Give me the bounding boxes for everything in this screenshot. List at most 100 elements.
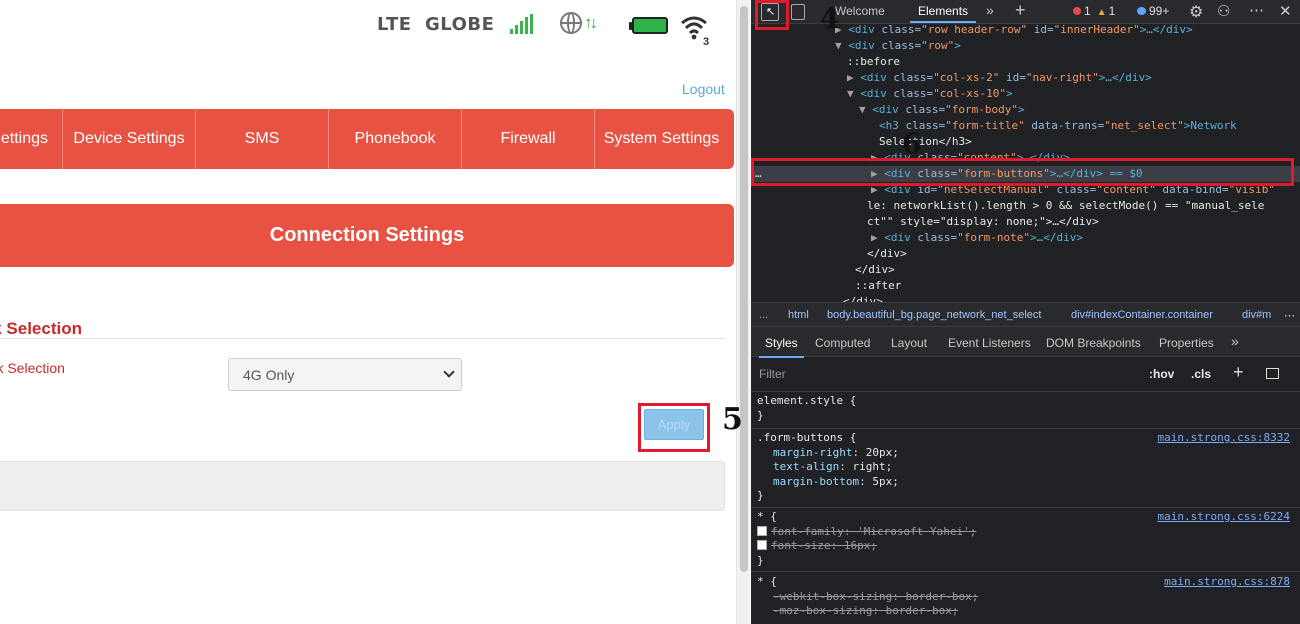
issues-badge[interactable]: 1 ▲ 1 [1073,4,1115,18]
close-icon[interactable]: ✕ [1279,2,1292,20]
rule-close: } [757,409,764,422]
network-mode-value: 4G Only [243,366,295,383]
step-number-6: 6 [902,127,922,160]
dom-node[interactable]: ▼ <div class="col-xs-10"> [751,86,1300,102]
warning-icon: ▲ [1096,7,1107,18]
form-note [0,461,725,511]
dom-node[interactable]: ::before [751,54,1300,70]
chevron-down-icon [443,366,455,378]
rule-divider [751,428,1300,429]
dom-node[interactable]: </div> [751,246,1300,262]
css-prop-line[interactable]: text-align: right; [773,460,892,475]
main-nav: ettings Device Settings SMS Phonebook Fi… [0,109,734,169]
breadcrumb-div-m[interactable]: div#m [1242,309,1271,321]
devtools-panel: Welcome Elements » + 1▲1 99+ ⚙ ⚇ ⋯ ✕ ▶ <… [751,0,1300,624]
section-title: work Selection [0,319,82,338]
dom-node[interactable]: </div> [751,262,1300,278]
breadcrumb-overflow-icon[interactable]: ⋯ [1284,309,1295,322]
tab-event-listeners[interactable]: Event Listeners [948,336,1031,350]
styles-filter-input[interactable]: Filter [759,367,786,381]
dom-node[interactable]: ▶ <div class="col-xs-2" id="nav-right">…… [751,70,1300,86]
nav-item-system-settings[interactable]: System Settings [595,109,728,169]
more-options-icon[interactable]: ⋯ [1249,1,1264,19]
css-prop-line-disabled[interactable]: -webkit-box-sizing: border-box; [773,590,978,605]
tab-computed[interactable]: Computed [815,336,870,350]
dom-node[interactable]: Selection</h3> [751,134,1300,150]
more-tabs-icon[interactable]: » [986,2,994,18]
nav-item-sms[interactable]: SMS [196,109,329,169]
router-web-ui: LTE GLOBE ↑↓ 3 Logout ettings Device Set… [0,0,736,624]
status-bar: LTE GLOBE ↑↓ 3 [0,12,736,48]
wifi-client-count: 3 [703,36,710,48]
dom-node[interactable]: le: networkList().length > 0 && selectMo… [751,198,1300,214]
network-mode-select[interactable]: 4G Only [228,358,462,391]
data-transfer-icon: ↑↓ [584,13,598,32]
battery-icon [629,17,668,34]
signal-strength-icon [510,14,534,34]
dom-node[interactable]: ▶ <div class="form-note">…</div> [751,230,1300,246]
dom-node[interactable]: ct"" style="display: none;">…</div> [751,214,1300,230]
styles-subtabs: Styles Computed Layout Event Listeners D… [751,327,1300,358]
rule-divider [751,571,1300,572]
dom-node[interactable]: </div> [751,294,1300,302]
css-prop-line-disabled[interactable]: font-size: 16px; [757,539,877,554]
nav-item-firewall[interactable]: Firewall [462,109,595,169]
property-checkbox[interactable] [757,540,767,550]
tab-welcome[interactable]: Welcome [835,4,885,18]
rule-close: } [757,554,764,567]
breadcrumb-html[interactable]: html [788,309,809,321]
universal-selector: * { [757,510,777,523]
toggle-sidebar-icon[interactable] [1266,368,1279,379]
property-checkbox[interactable] [757,526,767,536]
more-subtabs-icon[interactable]: » [1231,333,1239,349]
breadcrumb-body[interactable]: body.beautiful_bg.page_network_net_selec… [827,309,1041,321]
universal-source-link[interactable]: main.strong.css:878 [1164,575,1290,590]
css-prop-line-disabled[interactable]: -moz-box-sizing: border-box; [773,604,958,619]
nav-item-settings[interactable]: ettings [0,109,63,169]
internet-globe-icon [560,12,582,34]
breadcrumb-more[interactable]: ... [759,309,768,321]
breadcrumb-index-container[interactable]: div#indexContainer.container [1071,309,1213,321]
page-scrollbar[interactable] [736,0,750,624]
universal-source-link[interactable]: main.strong.css:6224 [1158,510,1290,525]
logout-link[interactable]: Logout [682,81,725,97]
message-icon [1137,7,1146,15]
dom-node[interactable]: <h3 class="form-title" data-trans="net_s… [751,118,1300,134]
dom-node[interactable]: ::after [751,278,1300,294]
css-prop-line-disabled[interactable]: font-family: 'Microsoft Yahei'; [757,525,976,540]
nav-item-device-settings[interactable]: Device Settings [63,109,196,169]
rule-close: } [757,489,764,502]
universal-selector: * { [757,575,777,588]
highlight-box-form-buttons [751,158,1294,186]
customize-icon[interactable]: ⚇ [1217,2,1230,20]
styles-filter-row: Filter :hov .cls + [751,358,1300,392]
network-selection-label: ork Selection [0,360,65,376]
dom-node[interactable]: ▼ <div class="form-body"> [751,102,1300,118]
dom-node[interactable]: ▼ <div class="row"> [751,38,1300,54]
tab-elements[interactable]: Elements [909,4,977,23]
css-prop-line[interactable]: margin-right: 20px; [773,446,899,461]
style-rules: element.style { } .form-buttons { main.s… [751,393,1300,624]
warning-count: 1 [1108,4,1116,18]
form-buttons-selector: .form-buttons { [757,431,857,444]
scrollbar-thumb[interactable] [740,6,748,572]
add-tab-icon[interactable]: + [1015,0,1026,21]
tab-styles[interactable]: Styles [759,336,804,358]
gear-icon[interactable]: ⚙ [1189,2,1203,22]
network-type-label: LTE [377,14,412,35]
css-prop-line[interactable]: margin-bottom: 5px; [773,475,899,490]
tab-layout[interactable]: Layout [891,336,927,350]
form-buttons-source-link[interactable]: main.strong.css:8332 [1158,431,1290,446]
breadcrumb: ... html body.beautiful_bg.page_network_… [751,302,1300,327]
tab-properties[interactable]: Properties [1159,336,1214,350]
device-toolbar-icon[interactable] [791,4,805,20]
tab-dom-breakpoints[interactable]: DOM Breakpoints [1046,336,1141,350]
highlight-box-inspect [755,0,789,30]
hover-state-toggle[interactable]: :hov [1149,367,1174,381]
new-rule-icon[interactable]: + [1233,362,1244,383]
operator-label: GLOBE [425,14,495,35]
class-toggle[interactable]: .cls [1191,367,1211,381]
nav-item-phonebook[interactable]: Phonebook [329,109,462,169]
messages-badge[interactable]: 99+ [1137,4,1169,18]
error-count: 1 [1084,4,1091,18]
